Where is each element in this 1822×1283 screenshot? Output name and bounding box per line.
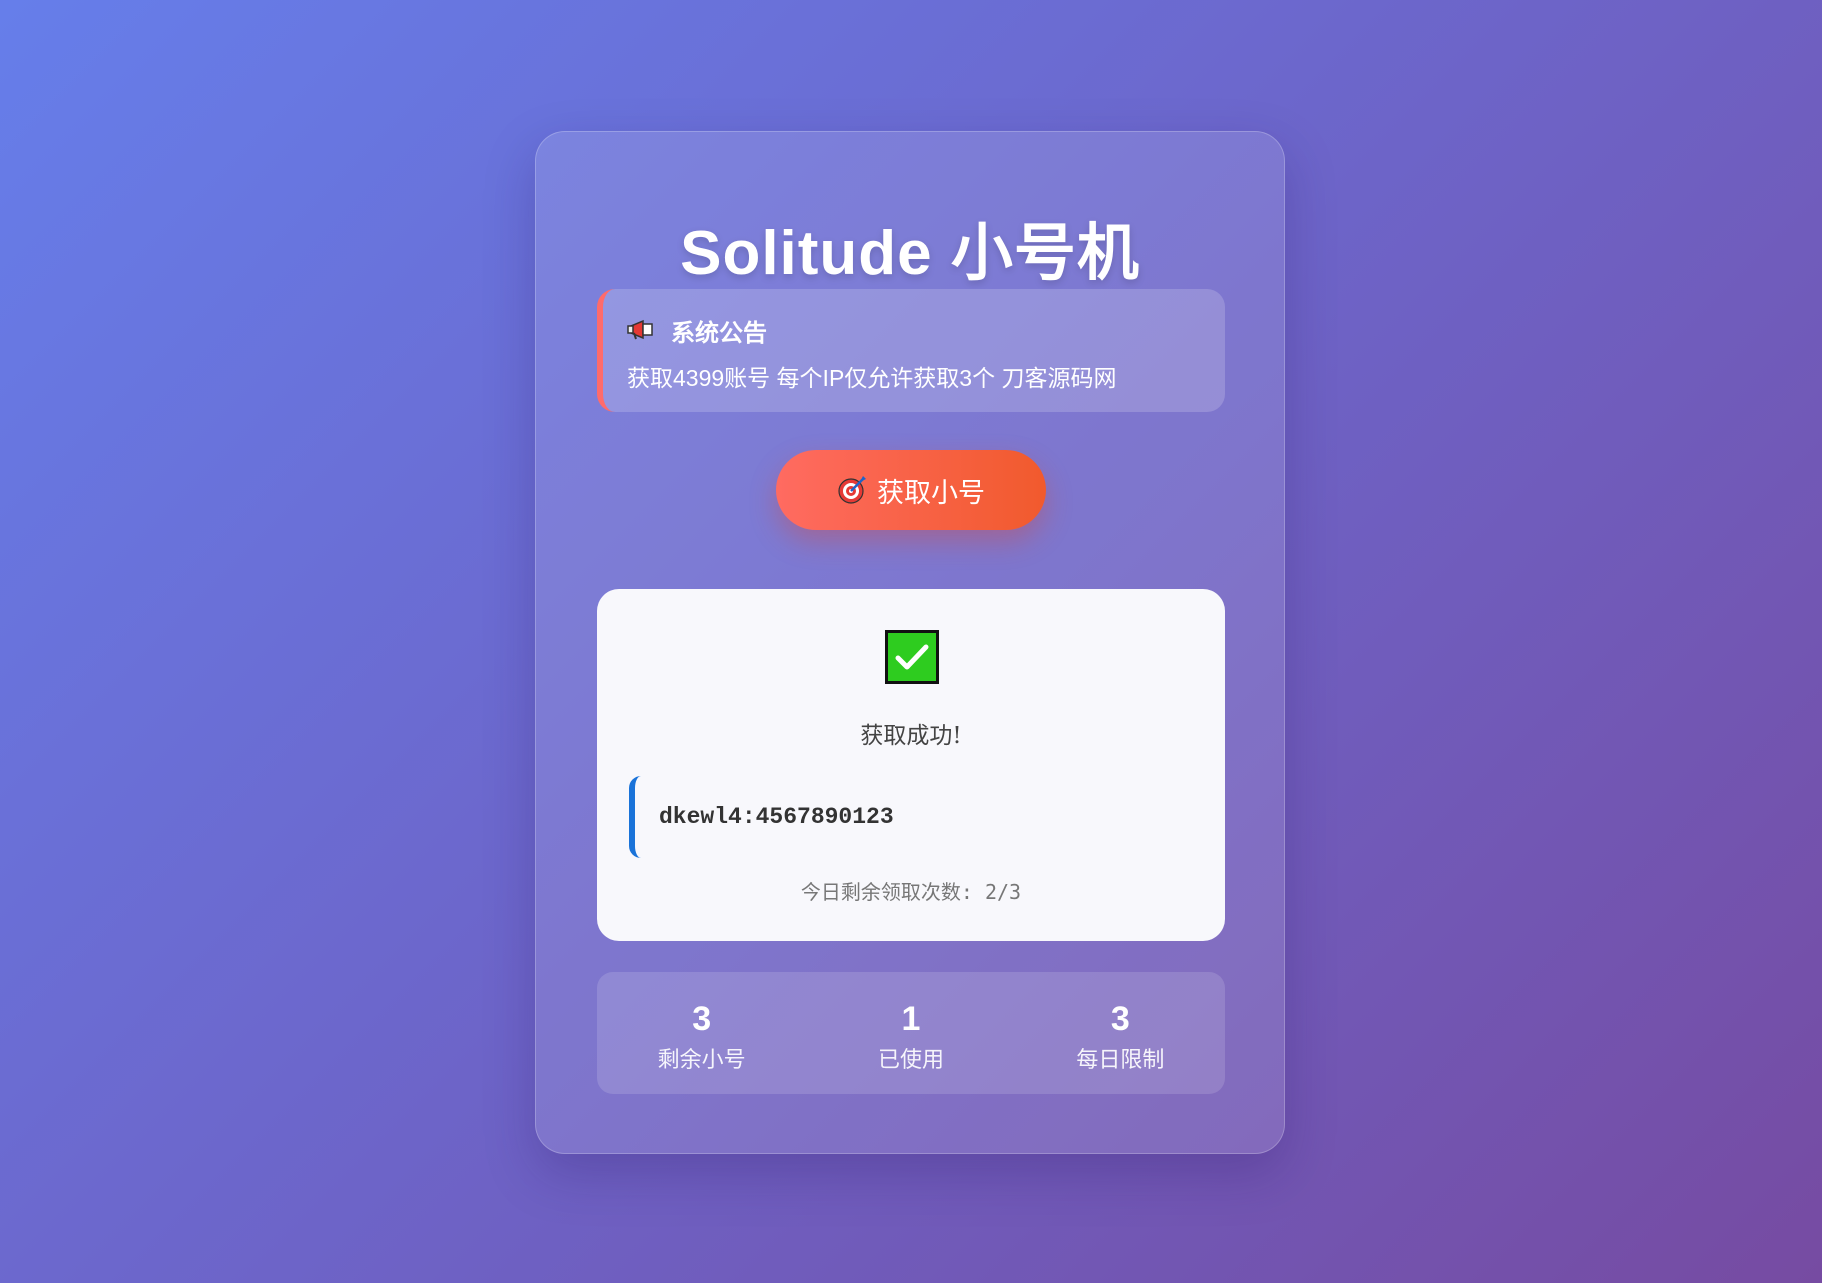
account-box: dkewl4:4567890123 bbox=[629, 776, 1193, 858]
target-icon bbox=[837, 475, 867, 505]
megaphone-icon bbox=[627, 318, 659, 342]
stat-label: 已使用 bbox=[877, 1047, 944, 1072]
result-panel: 获取成功! dkewl4:4567890123 今日剩余领取次数: 2/3 bbox=[597, 589, 1225, 941]
system-notice: 系统公告 获取4399账号 每个IP仅允许获取3个 刀客源码网 bbox=[597, 289, 1225, 412]
account-credentials[interactable]: dkewl4:4567890123 bbox=[659, 804, 894, 830]
stat-value: 3 bbox=[692, 1000, 712, 1038]
stat-used: 1 已使用 bbox=[806, 972, 1015, 1094]
main-card: Solitude 小号机 系统公告 获取4399账号 每个IP仅允许获取3个 刀… bbox=[535, 131, 1285, 1154]
get-account-label: 获取小号 bbox=[877, 477, 985, 508]
stats-bar: 3 剩余小号 1 已使用 3 每日限制 bbox=[597, 972, 1225, 1094]
stat-remaining: 3 剩余小号 bbox=[597, 972, 806, 1094]
notice-text: 获取4399账号 每个IP仅允许获取3个 刀客源码网 bbox=[627, 365, 1117, 391]
stat-value: 3 bbox=[1110, 1000, 1130, 1038]
stat-label: 每日限制 bbox=[1076, 1047, 1165, 1072]
notice-header: 系统公告 bbox=[627, 313, 1201, 347]
success-message: 获取成功! bbox=[860, 723, 962, 749]
remaining-count: 今日剩余领取次数: 2/3 bbox=[800, 880, 1022, 904]
page-title: Solitude 小号机 bbox=[680, 219, 1140, 288]
stat-value: 1 bbox=[901, 1000, 921, 1038]
stat-daily-limit: 3 每日限制 bbox=[1016, 972, 1225, 1094]
stat-label: 剩余小号 bbox=[657, 1047, 746, 1072]
get-account-button[interactable]: 获取小号 bbox=[776, 450, 1046, 530]
check-mark-icon bbox=[885, 630, 939, 684]
notice-heading: 系统公告 bbox=[671, 319, 767, 347]
